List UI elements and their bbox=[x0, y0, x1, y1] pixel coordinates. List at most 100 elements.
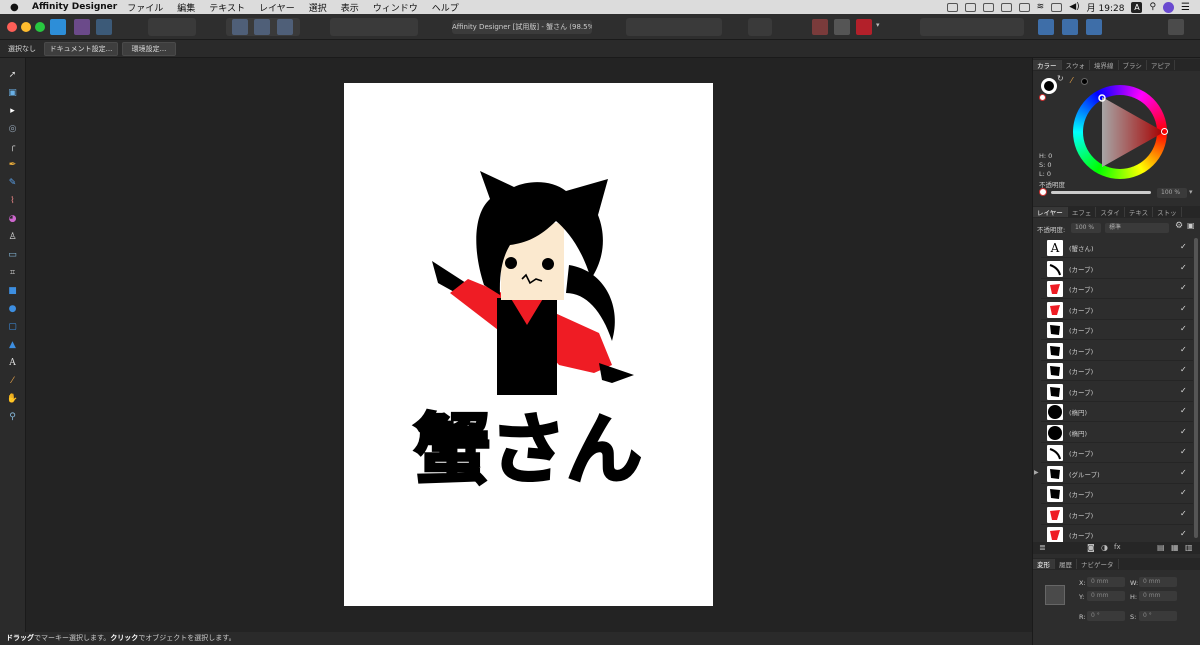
visibility-checkbox[interactable]: ✓ bbox=[1180, 386, 1187, 395]
app-menu[interactable]: Affinity Designer bbox=[32, 2, 117, 12]
layer-row[interactable]: (カーブ) ✓ bbox=[1041, 300, 1193, 320]
lock-icon[interactable]: ▣ bbox=[1187, 221, 1195, 230]
layer-row[interactable]: (カーブ) ✓ bbox=[1041, 525, 1193, 542]
layer-row[interactable]: (カーブ) ✓ bbox=[1041, 320, 1193, 340]
snapping-icon[interactable] bbox=[232, 19, 248, 35]
zoom-tool-icon[interactable]: ⚲ bbox=[6, 410, 19, 423]
visibility-checkbox[interactable]: ✓ bbox=[1180, 406, 1187, 415]
no-color-icon[interactable] bbox=[1039, 188, 1047, 196]
tab-history[interactable]: 履歴 bbox=[1055, 559, 1077, 569]
layer-row[interactable]: (カーブ) ✓ bbox=[1041, 484, 1193, 504]
tab-appearance[interactable]: アピア bbox=[1147, 60, 1176, 70]
tab-stock[interactable]: ストッ bbox=[1153, 207, 1182, 217]
triangle-tool-icon[interactable]: ▲ bbox=[6, 338, 19, 351]
rotation-field[interactable]: 0 ° bbox=[1087, 611, 1125, 621]
apple-menu-icon[interactable]: ● bbox=[10, 2, 24, 13]
menu-window[interactable]: ウィンドウ bbox=[373, 1, 418, 14]
visibility-checkbox[interactable]: ✓ bbox=[1180, 365, 1187, 374]
trash-icon[interactable]: ▥ bbox=[1185, 543, 1193, 552]
w-field[interactable]: 0 mm bbox=[1139, 577, 1177, 587]
mask-icon[interactable]: ◙ bbox=[1087, 543, 1095, 552]
close-window-button[interactable] bbox=[7, 22, 17, 32]
creative-cloud-icon[interactable] bbox=[946, 2, 958, 12]
notification-center-icon[interactable]: ☰ bbox=[1181, 2, 1190, 13]
expand-group-icon[interactable]: ▶ bbox=[1034, 469, 1039, 476]
layer-row[interactable]: (カーブ) ✓ bbox=[1041, 443, 1193, 463]
visibility-checkbox[interactable]: ✓ bbox=[1180, 427, 1187, 436]
ellipse-tool-icon[interactable]: ● bbox=[6, 302, 19, 315]
layer-row[interactable]: (カーブ) ✓ bbox=[1041, 361, 1193, 381]
pixel-persona-icon[interactable] bbox=[74, 19, 90, 35]
volume-icon[interactable]: ◀) bbox=[1069, 2, 1079, 12]
account-icon[interactable] bbox=[1168, 19, 1184, 35]
visibility-checkbox[interactable]: ✓ bbox=[1180, 529, 1187, 538]
menu-view[interactable]: 表示 bbox=[341, 1, 359, 14]
fill-tool-icon[interactable]: ◕ bbox=[6, 212, 19, 225]
preferences-button[interactable]: 環境設定... bbox=[122, 42, 176, 56]
tab-brushes[interactable]: ブラシ bbox=[1119, 60, 1147, 70]
x-field[interactable]: 0 mm bbox=[1087, 577, 1125, 587]
bluetooth-icon[interactable] bbox=[1018, 2, 1030, 12]
pencil-tool-icon[interactable]: ✎ bbox=[6, 176, 19, 189]
assistant-icon[interactable] bbox=[1038, 19, 1054, 35]
tab-stroke[interactable]: 境界線 bbox=[1090, 60, 1119, 70]
visibility-checkbox[interactable]: ✓ bbox=[1180, 263, 1187, 272]
visibility-checkbox[interactable]: ✓ bbox=[1180, 447, 1187, 456]
y-field[interactable]: 0 mm bbox=[1087, 591, 1125, 601]
rounded-rect-tool-icon[interactable]: ▢ bbox=[6, 320, 19, 333]
hand-tool-icon[interactable]: ✋ bbox=[6, 392, 19, 405]
brush-tool-icon[interactable]: ⌇ bbox=[6, 194, 19, 207]
layer-opacity-field[interactable]: 100 % bbox=[1071, 223, 1101, 233]
group-icon[interactable]: ▦ bbox=[1171, 543, 1179, 552]
input-source-icon[interactable]: A bbox=[1131, 1, 1143, 13]
swap-colors-icon[interactable]: ↻ bbox=[1057, 74, 1064, 83]
siri-icon[interactable] bbox=[1163, 1, 1175, 13]
menu-file[interactable]: ファイル bbox=[127, 1, 163, 14]
layer-row[interactable]: (カーブ) ✓ bbox=[1041, 259, 1193, 279]
menu-layer[interactable]: レイヤー bbox=[259, 1, 295, 14]
gear-icon[interactable]: ⚙ bbox=[1175, 221, 1183, 231]
add-layer-icon[interactable]: ▤ bbox=[1157, 543, 1165, 552]
tab-layers[interactable]: レイヤー bbox=[1033, 207, 1068, 217]
chevron-down-icon[interactable]: ▾ bbox=[1189, 188, 1193, 196]
crop-tool-icon[interactable]: ⌗ bbox=[6, 266, 19, 279]
visibility-checkbox[interactable]: ✓ bbox=[1180, 468, 1187, 477]
clock[interactable]: 月 19:28 bbox=[1087, 1, 1125, 14]
minimize-window-button[interactable] bbox=[21, 22, 31, 32]
grid-icon[interactable] bbox=[812, 19, 828, 35]
artboard[interactable]: 蟹さん bbox=[344, 83, 713, 606]
transparency-tool-icon[interactable]: ♙ bbox=[6, 230, 19, 243]
color-opacity-field[interactable]: 100 % bbox=[1157, 188, 1187, 198]
adjustment-icon[interactable]: ◑ bbox=[1101, 543, 1108, 552]
move-tool-icon[interactable]: ➚ bbox=[6, 68, 19, 81]
layer-row[interactable]: ▶ (グループ) ✓ bbox=[1034, 464, 1193, 484]
visibility-checkbox[interactable]: ✓ bbox=[1180, 509, 1187, 518]
point-transform-icon[interactable]: ◎ bbox=[6, 122, 19, 135]
layer-row[interactable]: (カーブ) ✓ bbox=[1041, 341, 1193, 361]
artboard-tool-icon[interactable]: ▣ bbox=[6, 86, 19, 99]
layer-row[interactable]: (カーブ) ✓ bbox=[1041, 382, 1193, 402]
layer-row[interactable]: (楕円) ✓ bbox=[1041, 423, 1193, 443]
isolation-icon[interactable] bbox=[254, 19, 270, 35]
spotlight-icon[interactable]: ⚲ bbox=[1149, 2, 1156, 12]
fx-icon[interactable]: fx bbox=[1114, 543, 1121, 551]
layers-stack-icon[interactable]: ≣ bbox=[1039, 543, 1046, 552]
color-mode-icon[interactable] bbox=[1086, 19, 1102, 35]
node-tool-icon[interactable]: ▸ bbox=[6, 104, 19, 117]
visibility-checkbox[interactable]: ✓ bbox=[1180, 283, 1187, 292]
h-field[interactable]: 0 mm bbox=[1139, 591, 1177, 601]
snap-toggle-icon[interactable] bbox=[834, 19, 850, 35]
tab-transform[interactable]: 変形 bbox=[1033, 559, 1055, 569]
color-wheel[interactable] bbox=[1073, 85, 1168, 179]
menu-help[interactable]: ヘルプ bbox=[432, 1, 459, 14]
place-image-icon[interactable]: ▭ bbox=[6, 248, 19, 261]
document-setup-button[interactable]: ドキュメント設定... bbox=[44, 42, 118, 56]
tab-navigator[interactable]: ナビゲータ bbox=[1077, 559, 1119, 569]
export-persona-icon[interactable] bbox=[96, 19, 112, 35]
opacity-slider[interactable] bbox=[1051, 191, 1151, 194]
visibility-checkbox[interactable]: ✓ bbox=[1180, 345, 1187, 354]
shear-field[interactable]: 0 ° bbox=[1139, 611, 1177, 621]
transform-icon[interactable] bbox=[277, 19, 293, 35]
layer-row[interactable]: (楕円) ✓ bbox=[1041, 402, 1193, 422]
battery-icon[interactable] bbox=[1051, 2, 1063, 12]
